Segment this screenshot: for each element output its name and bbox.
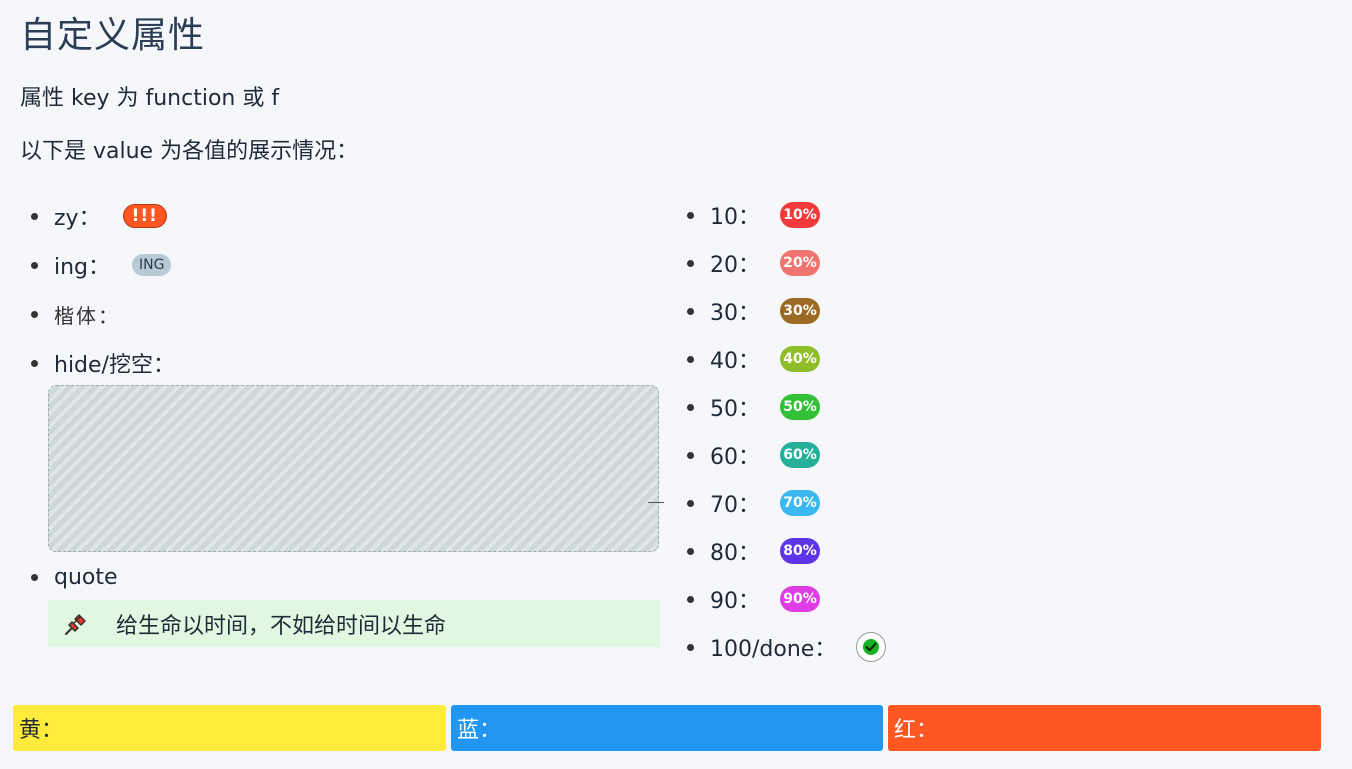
red-bar: 红： — [888, 705, 1321, 751]
progress-label: 70： — [710, 493, 760, 518]
list-item-progress-10: 10： 10% — [676, 194, 886, 236]
list-item-progress-40: 40： 40% — [676, 338, 886, 380]
quote-block: 给生命以时间，不如给时间以生命 — [48, 600, 660, 647]
list-item-progress-90: 90： 90% — [676, 578, 886, 620]
progress-label: 80： — [710, 541, 760, 566]
yellow-bar: 黄： — [13, 705, 446, 751]
kai-label: 楷体： — [54, 303, 120, 328]
list-item-hide: hide/挖空： — [20, 343, 660, 383]
progress-badge: 20% — [780, 250, 820, 276]
blue-bar: 蓝： — [451, 705, 883, 751]
progress-badge: 70% — [780, 490, 820, 516]
red-label: 红： — [894, 718, 939, 743]
left-list: zy： !!! ing： ING 楷体： hide/挖空： — [20, 196, 660, 383]
zy-badge: !!! — [122, 204, 167, 228]
progress-badge: 80% — [780, 538, 820, 564]
progress-list: 10： 10% 20： 20% 30： 30% 40： 40% 50： 50% … — [676, 194, 887, 674]
done-label: 100/done： — [710, 637, 837, 662]
list-item-zy: zy： !!! — [20, 196, 660, 236]
progress-badge: 30% — [780, 298, 820, 324]
pushpin-icon — [62, 610, 90, 638]
list-item-ing: ing： ING — [20, 245, 660, 285]
intro-text: 属性 key 为 function 或 f — [20, 86, 280, 111]
progress-badge: 10% — [780, 202, 820, 228]
list-item-progress-70: 70： 70% — [676, 482, 886, 524]
quote-label: quote — [54, 564, 118, 590]
list-item-kai: 楷体： — [20, 294, 660, 334]
progress-label: 60： — [710, 445, 760, 470]
page-title: 自定义属性 — [20, 15, 206, 56]
list-item-progress-80: 80： 80% — [676, 530, 886, 572]
progress-badge: 60% — [780, 442, 820, 468]
progress-label: 10： — [710, 205, 760, 230]
hidden-content-block[interactable] — [48, 385, 659, 552]
list-item-progress-60: 60： 60% — [676, 434, 886, 476]
zy-label: zy： — [54, 206, 101, 231]
page: 自定义属性 属性 key 为 function 或 f 以下是 value 为各… — [0, 0, 1352, 769]
yellow-label: 黄： — [19, 718, 64, 743]
list-item-progress-20: 20： 20% — [676, 242, 886, 284]
ing-badge: ING — [132, 254, 172, 276]
progress-label: 90： — [710, 589, 760, 614]
list-item-done: 100/done： — [676, 626, 887, 668]
list-item-progress-30: 30： 30% — [676, 290, 886, 332]
progress-label: 50： — [710, 397, 760, 422]
list-item-quote: quote — [20, 557, 118, 597]
left-list-quote: quote — [20, 557, 118, 597]
progress-label: 30： — [710, 301, 760, 326]
progress-label: 20： — [710, 253, 760, 278]
progress-badge: 40% — [780, 346, 820, 372]
progress-badge: 50% — [780, 394, 820, 420]
ing-label: ing： — [54, 255, 111, 280]
list-item-progress-50: 50： 50% — [676, 386, 886, 428]
hide-label: hide/挖空： — [54, 353, 175, 378]
progress-label: 40： — [710, 349, 760, 374]
progress-badge: 90% — [780, 586, 820, 612]
column-resize-handle[interactable] — [648, 502, 664, 503]
quote-text: 给生命以时间，不如给时间以生命 — [116, 613, 447, 639]
description-text: 以下是 value 为各值的展示情况： — [20, 139, 359, 164]
blue-label: 蓝： — [457, 718, 502, 743]
check-circle-icon — [856, 632, 887, 662]
